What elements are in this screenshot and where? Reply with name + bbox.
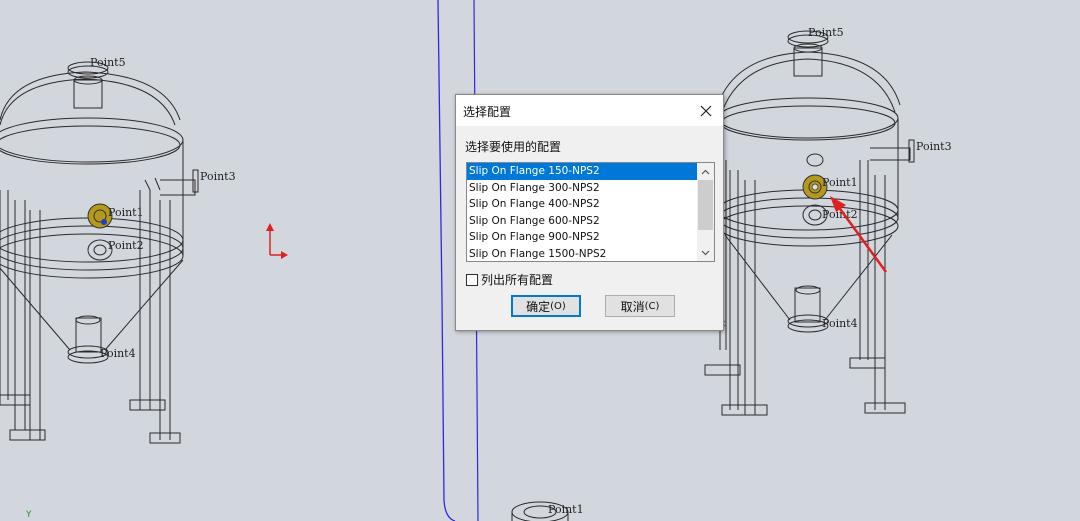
list-item[interactable]: Slip On Flange 150-NPS2	[467, 163, 697, 180]
axis-label-y: Y	[25, 510, 32, 520]
label-point2-left: Point2	[108, 239, 144, 252]
dialog-prompt: 选择要使用的配置	[465, 140, 562, 154]
dialog-title: 选择配置	[463, 105, 512, 119]
list-item[interactable]: Slip On Flange 300-NPS2	[467, 180, 697, 197]
label-point1-right: Point1	[822, 176, 858, 189]
scroll-down-button[interactable]	[697, 244, 714, 261]
label-point4-left: Point4	[100, 347, 136, 360]
label-point4-right: Point4	[822, 317, 858, 330]
ok-label: 确定	[526, 299, 551, 314]
tank-model-right	[704, 30, 915, 416]
list-scrollbar[interactable]	[697, 163, 714, 261]
list-all-label: 列出所有配置	[481, 273, 554, 287]
label-point5-right: Point5	[808, 26, 844, 39]
ok-accelerator: (O)	[550, 300, 566, 312]
viewport-divider-line	[437, 0, 456, 521]
scrollbar-thumb[interactable]	[698, 180, 713, 230]
label-point1-left: Point1	[108, 206, 144, 219]
ok-button[interactable]: 确定 (O)	[511, 295, 581, 317]
label-point1-bottom: Point1	[548, 503, 584, 516]
close-icon	[700, 105, 712, 116]
dialog-titlebar[interactable]: 选择配置	[456, 95, 723, 126]
cancel-label: 取消	[620, 299, 645, 314]
axis-triad-icon	[266, 223, 288, 259]
label-point5-left: Point5	[90, 56, 126, 69]
list-item[interactable]: Slip On Flange 1500-NPS2	[467, 246, 697, 261]
close-button[interactable]	[689, 95, 723, 126]
label-point3-left: Point3	[200, 170, 236, 183]
chevron-up-icon	[701, 169, 710, 174]
label-point3-right: Point3	[916, 140, 952, 153]
list-item[interactable]: Slip On Flange 400-NPS2	[467, 196, 697, 213]
chevron-down-icon	[701, 250, 710, 255]
cancel-accelerator: (C)	[644, 300, 660, 312]
list-item[interactable]: Slip On Flange 900-NPS2	[467, 229, 697, 246]
configuration-listbox[interactable]: Slip On Flange 150-NPS2 Slip On Flange 3…	[466, 162, 715, 262]
tank-model-left	[0, 61, 199, 444]
list-item[interactable]: Slip On Flange 600-NPS2	[467, 213, 697, 230]
select-configuration-dialog: 选择配置 选择要使用的配置 Slip On Flange 150-NPS2 Sl…	[455, 94, 724, 331]
annotation-arrow-icon	[830, 196, 888, 273]
checkbox-box[interactable]	[466, 273, 478, 286]
scroll-up-button[interactable]	[697, 163, 714, 180]
cancel-button[interactable]: 取消 (C)	[605, 295, 675, 317]
list-all-checkbox[interactable]: 列出所有配置	[466, 271, 553, 288]
